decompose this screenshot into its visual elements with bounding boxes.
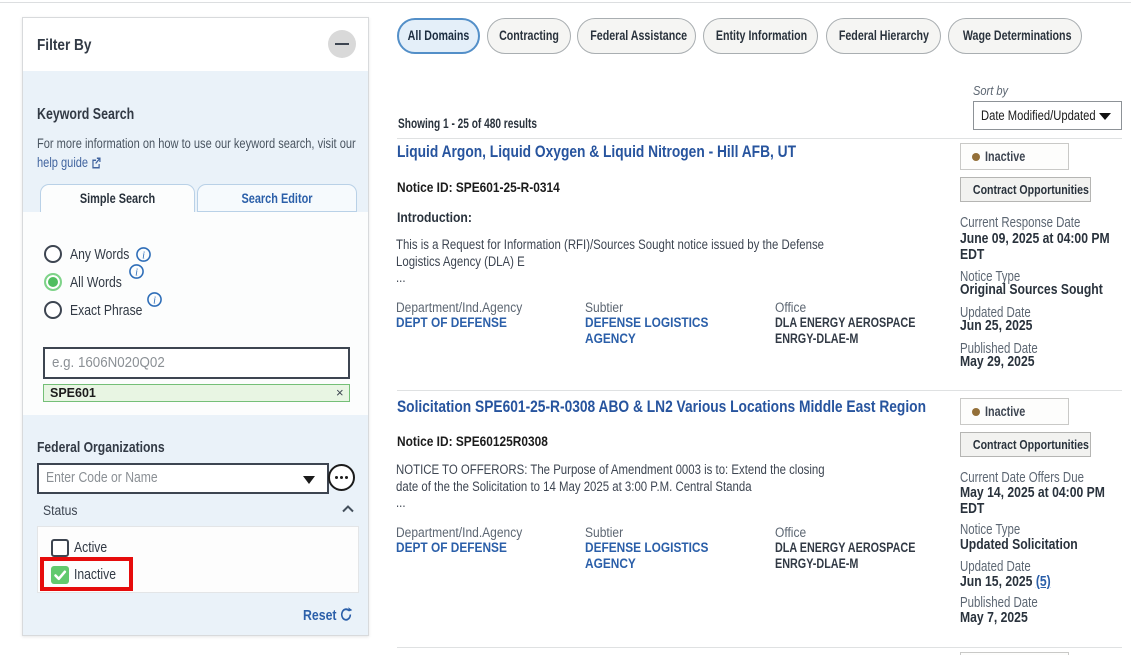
- svg-text:i: i: [135, 267, 138, 278]
- svg-text:i: i: [142, 250, 145, 261]
- svg-text:i: i: [153, 295, 156, 306]
